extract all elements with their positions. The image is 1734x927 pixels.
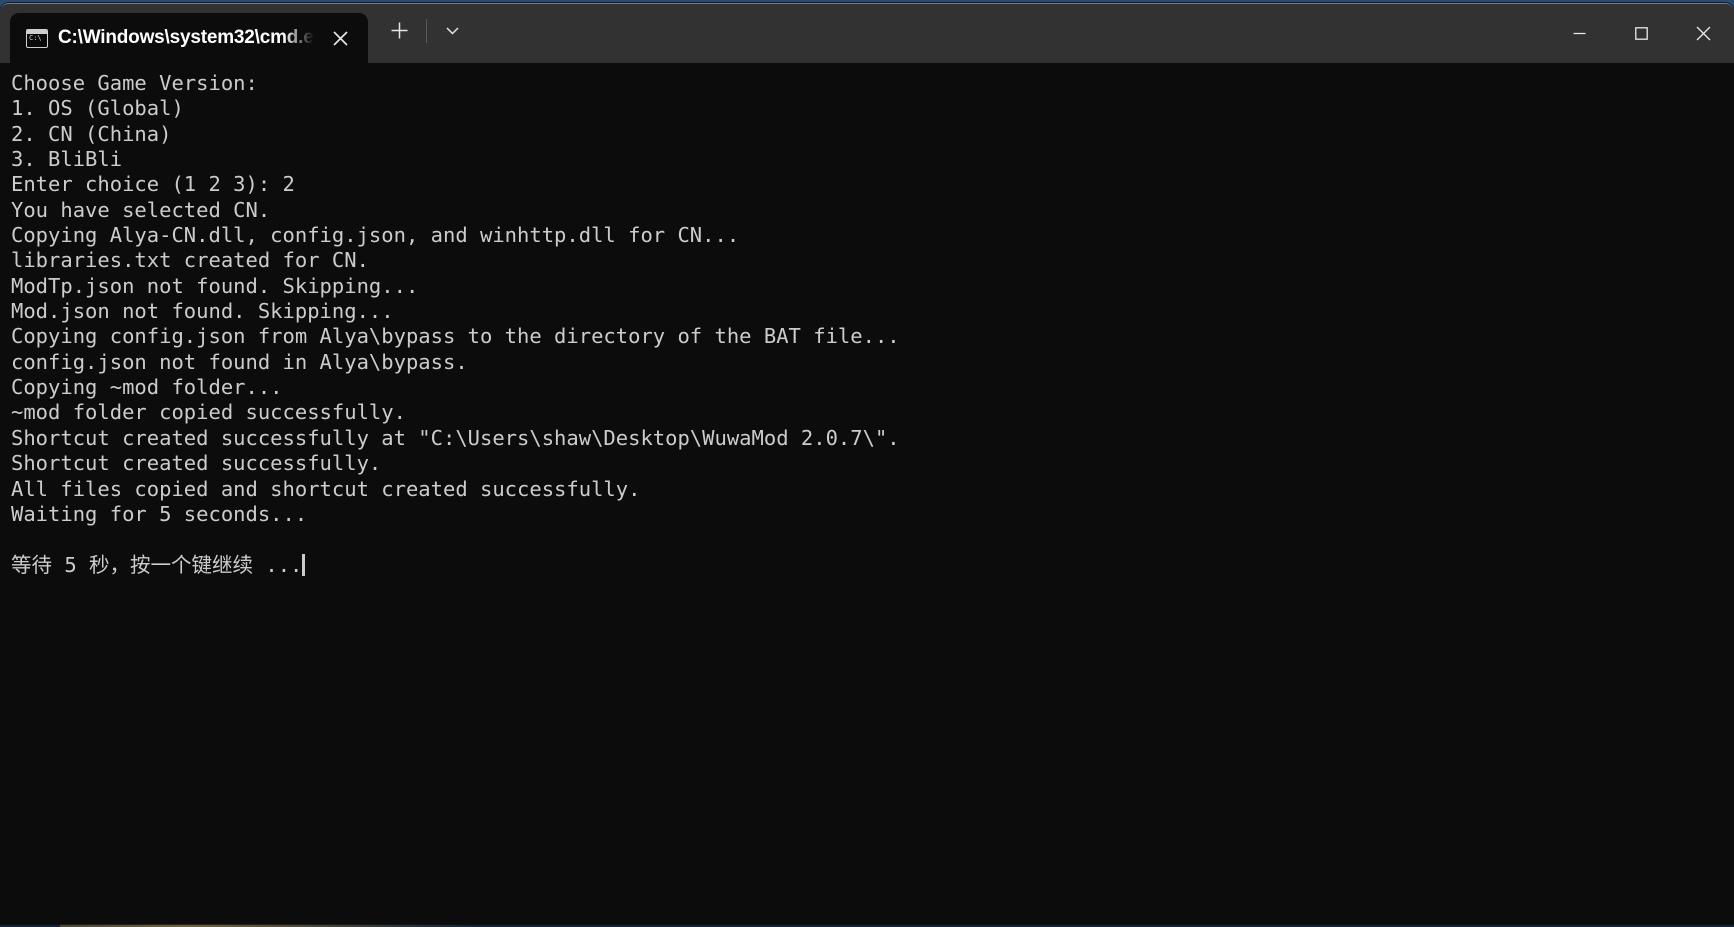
console-line: Copying Alya-CN.dll, config.json, and wi… <box>11 223 740 248</box>
console-line: 等待 5 秒，按一个键继续 ... <box>11 553 1734 578</box>
tabbar-separator <box>425 18 427 43</box>
title-bar[interactable]: C:\Windows\system32\cmd.e <box>0 4 1734 63</box>
console-line: You have selected CN. <box>11 197 271 222</box>
console-line: ModTp.json not found. Skipping... <box>11 273 419 298</box>
close-tab-icon[interactable] <box>324 21 358 55</box>
terminal-window: C:\Windows\system32\cmd.e <box>0 3 1734 924</box>
console-line: All files copied and shortcut created su… <box>11 476 641 501</box>
chevron-down-icon[interactable] <box>433 12 473 50</box>
console-line: Copying config.json from Alya\bypass to … <box>11 324 900 349</box>
minimize-button[interactable] <box>1548 4 1610 63</box>
console-line: Enter choice (1 2 3): 2 <box>11 172 295 197</box>
tab-strip: C:\Windows\system32\cmd.e <box>0 4 473 63</box>
console-line: ~mod folder copied successfully. <box>11 400 406 425</box>
console-line: Mod.json not found. Skipping... <box>11 299 394 324</box>
console-line: config.json not found in Alya\bypass. <box>11 349 468 374</box>
console-line: Shortcut created successfully. <box>11 451 382 476</box>
tab-cmd[interactable]: C:\Windows\system32\cmd.e <box>10 13 368 63</box>
console-line: 2. CN (China) <box>11 121 172 146</box>
console-line: libraries.txt created for CN. <box>11 248 369 273</box>
tab-title: C:\Windows\system32\cmd.e <box>58 27 314 48</box>
cmd-console-icon <box>26 28 48 48</box>
console-line: Copying ~mod folder... <box>11 375 283 400</box>
text-cursor <box>302 553 306 576</box>
window-controls <box>1548 4 1734 63</box>
maximize-button[interactable] <box>1610 4 1672 63</box>
console-line: Choose Game Version: <box>11 71 258 95</box>
close-window-button[interactable] <box>1672 4 1734 63</box>
console-line: 1. OS (Global) <box>11 96 184 121</box>
console-line: Waiting for 5 seconds... <box>11 501 308 526</box>
console-line: 3. BliBli <box>11 147 123 172</box>
new-tab-icon[interactable] <box>380 12 420 50</box>
console-line: Shortcut created successfully at "C:\Use… <box>11 425 900 450</box>
tabbar-actions <box>380 4 473 63</box>
console-output: Choose Game Version: 1. OS (Global) 2. CN … <box>11 71 1734 578</box>
terminal-body[interactable]: Choose Game Version: 1. OS (Global) 2. CN … <box>0 63 1734 924</box>
